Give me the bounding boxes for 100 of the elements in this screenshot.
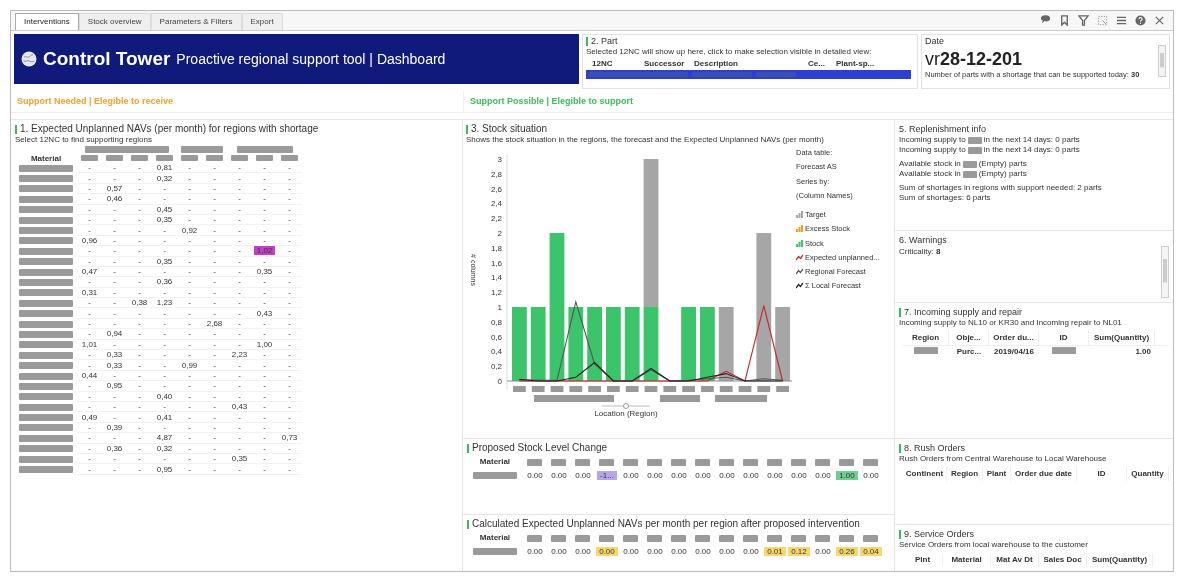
table-cell: - [213,298,216,308]
redacted-label [19,414,73,422]
table-cell: - [88,215,91,225]
table-cell: - [238,329,241,339]
table-cell: - [238,319,241,329]
table-cell: - [263,402,266,412]
bar[interactable] [700,307,715,381]
redacted-label [776,386,789,392]
table-cell: - [238,381,241,391]
axis-range-slider[interactable] [601,403,651,409]
redacted-label [863,534,879,542]
bookmark-icon[interactable] [1059,15,1070,26]
table-cell: - [288,183,291,193]
menu-icon[interactable] [1116,15,1127,26]
table-cell: - [213,329,216,339]
table-cell: - [188,433,191,443]
table-cell: - [263,443,266,453]
table-cell: - [113,433,116,443]
bar[interactable] [756,233,772,381]
table-cell: 1.00 [1135,347,1151,356]
date-label: Date [925,35,945,48]
table-cell: - [263,298,266,308]
bar[interactable] [624,307,640,381]
redacted-label [19,320,73,328]
table-cell: - [213,277,216,287]
chat-icon[interactable] [1040,15,1051,26]
redacted-label [531,386,545,392]
table-cell: 2,68 [206,319,223,329]
help-icon[interactable] [1135,15,1146,26]
table-cell: - [288,173,291,183]
tab[interactable]: Parameters & Filters [150,13,242,30]
table-cell: - [213,225,216,235]
bar[interactable] [606,307,621,381]
table-cell: - [138,308,141,318]
close-icon[interactable] [1154,15,1165,26]
table-cell: - [288,402,291,412]
table-cell: - [213,443,216,453]
tab[interactable]: Export [241,13,283,30]
redacted-label [569,386,583,392]
column-header: Order du... [989,331,1039,345]
selection-icon[interactable] [1097,15,1108,26]
table-cell: 0.00 [743,471,759,480]
table-cell: - [188,277,191,287]
tab[interactable]: Interventions [15,13,79,30]
redacted-label [839,534,855,542]
table-cell: 0,36 [156,277,173,287]
redacted-label [767,458,783,466]
table-cell: - [213,183,216,193]
table-cell: - [138,391,141,401]
table-cell: - [138,464,141,474]
column-header: Material [478,456,512,468]
table-cell: - [188,329,191,339]
table-cell: - [263,235,266,245]
table-cell: - [188,287,191,297]
table-cell: - [263,173,266,183]
redacted-label [695,458,711,466]
filter-icon[interactable] [1078,15,1089,26]
bar[interactable] [718,307,734,381]
redacted-label [738,386,752,392]
table-cell: - [213,267,216,277]
bar[interactable] [568,307,584,381]
bar[interactable] [549,233,565,381]
table-cell: - [138,443,141,453]
table-cell: - [213,412,216,422]
table-cell: - [288,246,291,256]
table-cell: - [88,350,91,360]
title-marker [899,529,901,539]
table-cell: - [88,256,91,266]
table-cell: - [138,360,141,370]
table-cell: - [238,173,241,183]
bar[interactable] [587,307,602,381]
redacted-label [19,424,73,432]
redacted-label [815,458,831,466]
table-cell: 0.00 [647,471,663,480]
panel-title: 9. Service Orders [904,528,975,540]
bar[interactable] [530,307,546,381]
table-cell: - [138,329,141,339]
tab[interactable]: Stock overview [78,13,151,30]
table-cell: 0.00 [575,471,591,480]
scrollbar[interactable] [1161,246,1169,298]
table-cell: 0,95 [106,381,123,391]
table-cell: 0,73 [281,433,298,443]
redacted-label [19,351,73,359]
redacted-label [19,237,73,245]
table-cell: - [138,277,141,287]
table-cell: - [138,454,141,464]
scrollbar[interactable] [1158,45,1166,77]
redacted-label [607,386,620,392]
bar[interactable] [775,307,790,381]
info-text: Incoming supply to [899,144,966,156]
table-cell: - [138,339,141,349]
table-cell: 0.00 [527,471,543,480]
table-cell: 0.00 [623,547,639,556]
bar[interactable] [643,307,659,381]
redacted-label [19,206,73,214]
table-cell: 1.00 [836,471,858,480]
table-cell: - [113,215,116,225]
table-cell: - [288,215,291,225]
redacted-label [19,445,73,453]
table-cell: - [163,225,166,235]
